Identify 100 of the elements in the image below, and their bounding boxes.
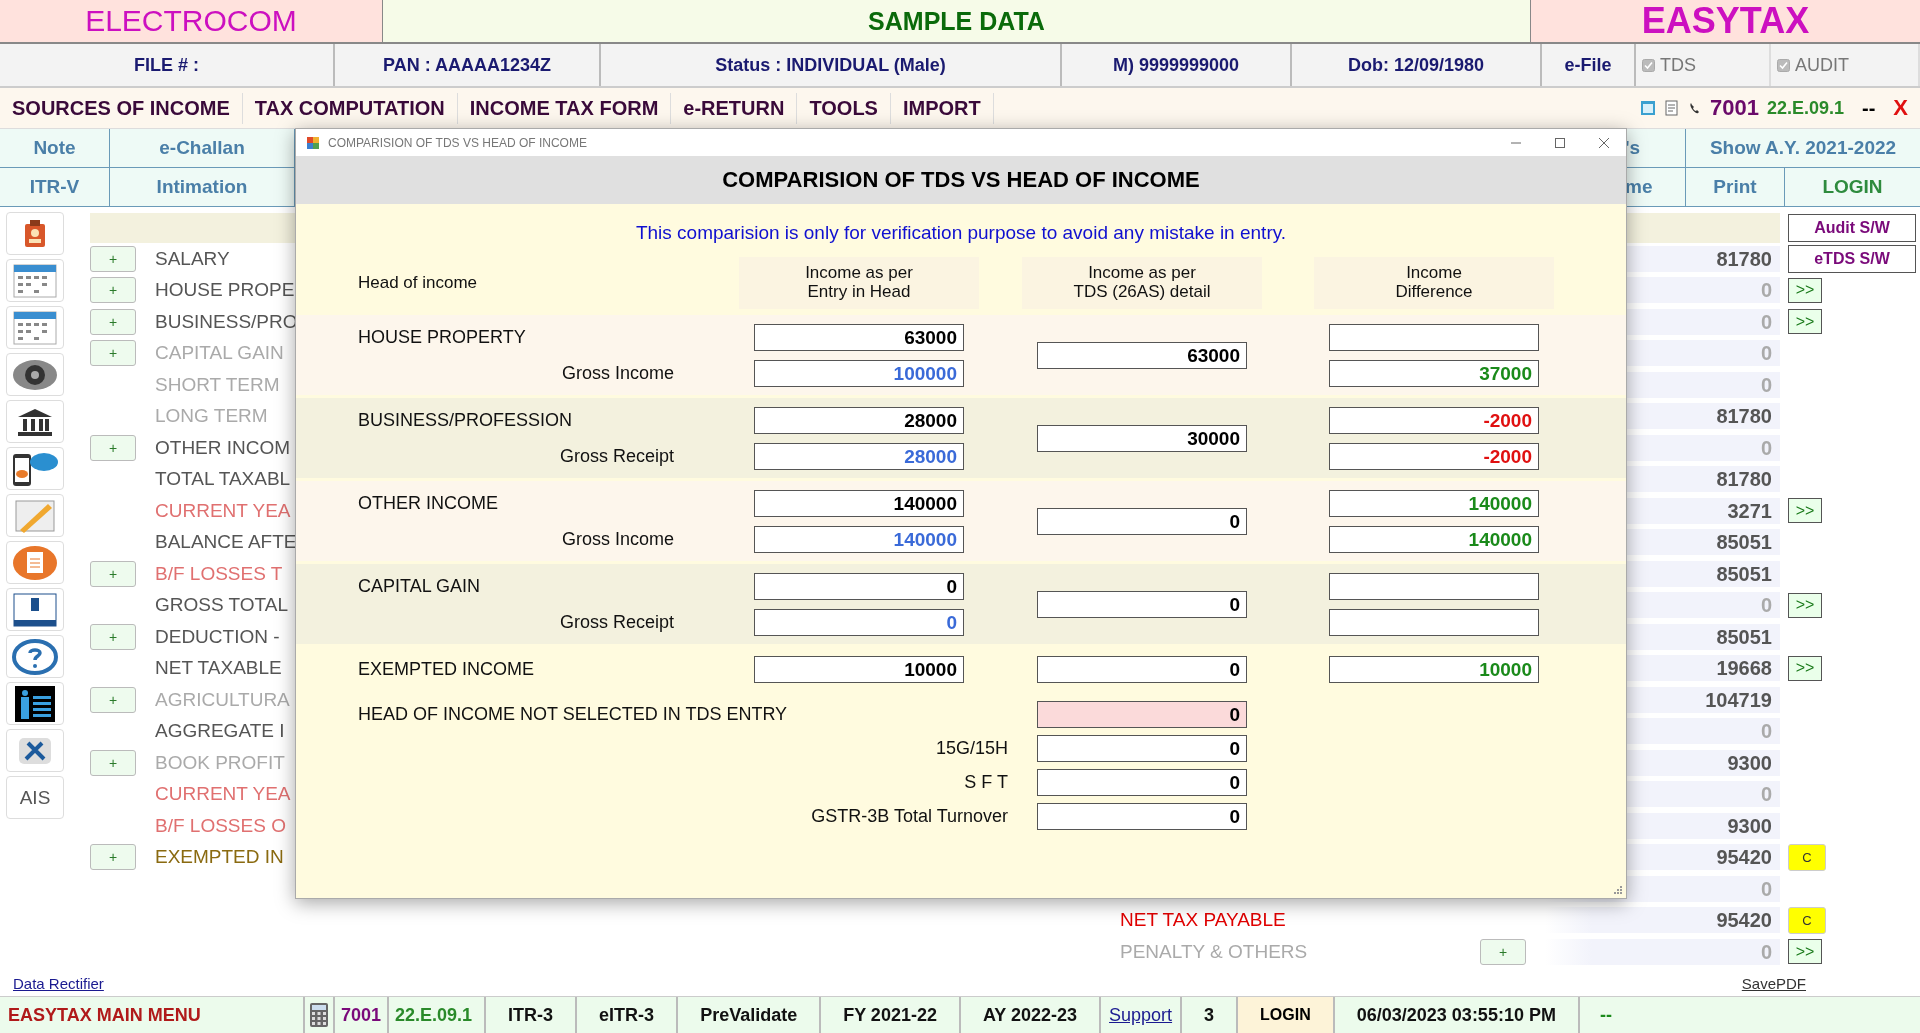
amount-field[interactable]: 28000 (754, 406, 964, 434)
window-title: COMPARISION OF TDS VS HEAD OF INCOME (328, 135, 587, 150)
details-button[interactable]: >> (1788, 277, 1822, 303)
add-button[interactable]: + (90, 749, 136, 776)
menu-item[interactable]: IMPORT (890, 92, 994, 124)
add-button[interactable]: + (90, 560, 136, 587)
details-button[interactable]: >> (1788, 655, 1822, 681)
amount-field[interactable]: 10000 (1329, 655, 1539, 683)
amount-field[interactable]: 0 (754, 608, 964, 636)
amount-field[interactable]: 0 (1037, 507, 1247, 535)
close-icon[interactable] (1598, 136, 1610, 149)
row-label: DEDUCTION - (155, 625, 280, 648)
software-button[interactable]: Audit S/W (1788, 213, 1916, 242)
close-button[interactable]: X (1893, 95, 1908, 121)
tool-button[interactable] (6, 400, 64, 443)
maximize-icon[interactable] (1554, 136, 1566, 149)
tool-button[interactable] (6, 353, 64, 396)
amount-field[interactable]: 0 (1037, 700, 1247, 728)
status-text: ITR-3 (486, 997, 578, 1033)
amount-field[interactable] (1329, 608, 1539, 636)
amount-field[interactable]: -2000 (1329, 406, 1539, 434)
amount-field[interactable]: 0 (1037, 734, 1247, 762)
amount-field[interactable]: 0 (754, 572, 964, 600)
software-button[interactable]: eTDS S/W (1788, 244, 1916, 273)
data-title: SAMPLE DATA (383, 0, 1530, 42)
help-icon (12, 638, 58, 675)
toolbar-button[interactable]: Intimation (110, 168, 295, 206)
support-link[interactable]: Support (1101, 997, 1183, 1033)
amount-field[interactable]: 0 (1037, 655, 1247, 683)
tool-button[interactable] (6, 212, 64, 255)
add-button[interactable]: + (90, 308, 136, 335)
tool-button[interactable] (6, 682, 64, 725)
row-label: NET TAX PAYABLE (1120, 909, 1286, 932)
menu-item[interactable]: SOURCES OF INCOME (0, 92, 243, 124)
add-button[interactable]: + (1480, 938, 1526, 965)
toolbar-button[interactable]: Note (0, 129, 110, 167)
amount-field[interactable]: 0 (1037, 768, 1247, 796)
add-button[interactable]: + (90, 434, 136, 461)
amount-field[interactable]: 37000 (1329, 359, 1539, 387)
status-text: PreValidate (678, 997, 822, 1033)
spreadsheet-icon[interactable] (1639, 100, 1656, 116)
amount-field[interactable] (1329, 323, 1539, 351)
income-head: CAPITAL GAIN (357, 575, 482, 597)
add-button[interactable]: + (90, 844, 136, 871)
tool-button[interactable] (6, 729, 64, 772)
amount-field[interactable]: 140000 (754, 489, 964, 517)
income-head: EXEMPTED INCOME (357, 658, 536, 680)
presenter-icon (15, 685, 55, 722)
add-button[interactable]: + (90, 623, 136, 650)
menu-item[interactable]: TAX COMPUTATION (242, 92, 458, 124)
amount-field[interactable]: 0 (1037, 590, 1247, 618)
info-note: This comparision is only for verification purpose to avoid any mistake in entry. (634, 221, 1288, 245)
row-label: BUSINESS/PRO (155, 310, 298, 333)
sub-label: Gross Income (560, 528, 675, 550)
toolbar-button[interactable]: LOGIN (1785, 168, 1920, 206)
calculate-button[interactable]: C (1788, 906, 1826, 934)
tool-button[interactable] (6, 447, 64, 490)
details-button[interactable]: >> (1788, 592, 1822, 618)
amount-field[interactable]: -2000 (1329, 442, 1539, 470)
tool-button[interactable]: AIS (6, 776, 64, 819)
login-button[interactable]: LOGIN (1238, 997, 1335, 1033)
checkbox[interactable] (1777, 58, 1790, 72)
info-field: FILE # : (0, 44, 335, 86)
add-button[interactable]: + (90, 340, 136, 367)
resize-grip-icon[interactable] (1613, 885, 1623, 895)
column-header: Income as per TDS (26AS) detail (1022, 257, 1262, 309)
add-button[interactable]: + (90, 245, 136, 272)
amount-field[interactable]: 0 (1037, 802, 1247, 830)
amount-field[interactable]: 140000 (1329, 489, 1539, 517)
data-rectifier-link[interactable]: Data Rectifier (13, 974, 104, 992)
menu-item[interactable]: e-RETURN (671, 92, 798, 124)
amount-field[interactable]: 10000 (754, 655, 964, 683)
toolbar-button[interactable]: Show A.Y. 2021-2022 (1686, 129, 1920, 167)
tool-button[interactable] (6, 588, 64, 631)
amount-field[interactable]: 28000 (754, 442, 964, 470)
amount-field[interactable] (1329, 572, 1539, 600)
row-label: TOTAL TAXABL (155, 468, 291, 491)
calculator-icon[interactable] (309, 1002, 329, 1028)
toolbar-button[interactable]: Print (1686, 168, 1785, 206)
amount-field[interactable]: 100000 (754, 359, 964, 387)
menu-item[interactable]: TOOLS (797, 92, 891, 124)
amount-field[interactable]: 140000 (754, 525, 964, 553)
menu-item[interactable]: INCOME TAX FORM (457, 92, 672, 124)
calculate-button[interactable]: C (1788, 843, 1826, 871)
details-button[interactable]: >> (1788, 309, 1822, 335)
add-button[interactable]: + (90, 686, 136, 713)
amount-field[interactable]: 30000 (1037, 424, 1247, 452)
amount-field[interactable]: 63000 (1037, 341, 1247, 369)
row-label: LONG TERM (155, 405, 268, 428)
checkbox[interactable] (1642, 58, 1655, 72)
add-button[interactable]: + (90, 277, 136, 304)
phone-icon[interactable] (1687, 101, 1702, 115)
amount-field[interactable]: 140000 (1329, 525, 1539, 553)
details-button[interactable]: >> (1788, 498, 1822, 524)
toolbar-button[interactable]: ITR-V (0, 168, 110, 206)
save-pdf-link[interactable]: SavePDF (1741, 974, 1806, 992)
toolbar-button[interactable]: e-Challan (110, 129, 295, 167)
status-text[interactable]: EASYTAX MAIN MENU (0, 997, 305, 1033)
amount-field[interactable]: 63000 (754, 323, 964, 351)
details-button[interactable]: >> (1788, 939, 1822, 965)
